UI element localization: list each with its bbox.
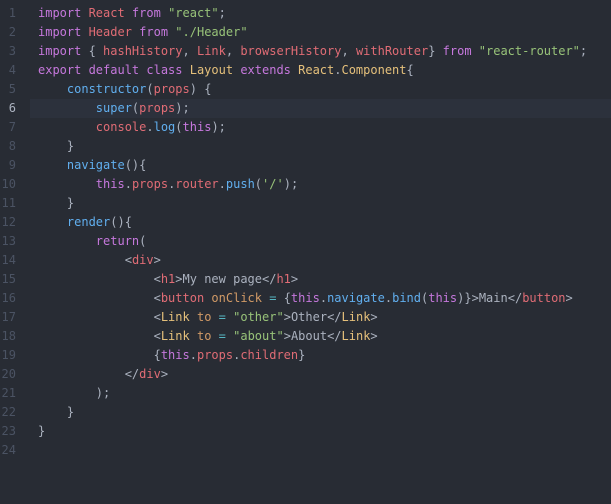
- code-line[interactable]: }: [30, 422, 611, 441]
- code-line[interactable]: }: [30, 194, 611, 213]
- code-line[interactable]: import { hashHistory, Link, browserHisto…: [30, 42, 611, 61]
- code-line[interactable]: }: [30, 403, 611, 422]
- line-number: 6: [0, 99, 22, 118]
- line-number: 8: [0, 137, 22, 156]
- code-line[interactable]: import React from "react";: [30, 4, 611, 23]
- line-number: 5: [0, 80, 22, 99]
- line-number: 9: [0, 156, 22, 175]
- code-line[interactable]: <h1>My new page</h1>: [30, 270, 611, 289]
- code-line[interactable]: return(: [30, 232, 611, 251]
- code-line[interactable]: constructor(props) {: [30, 80, 611, 99]
- code-line[interactable]: [30, 441, 611, 460]
- code-line[interactable]: <Link to = "about">About</Link>: [30, 327, 611, 346]
- code-line[interactable]: console.log(this);: [30, 118, 611, 137]
- code-line[interactable]: export default class Layout extends Reac…: [30, 61, 611, 80]
- code-line[interactable]: import Header from "./Header": [30, 23, 611, 42]
- code-line[interactable]: {this.props.children}: [30, 346, 611, 365]
- line-number: 23: [0, 422, 22, 441]
- line-number: 7: [0, 118, 22, 137]
- line-number: 17: [0, 308, 22, 327]
- line-number: 1: [0, 4, 22, 23]
- code-line[interactable]: render(){: [30, 213, 611, 232]
- line-number: 11: [0, 194, 22, 213]
- line-number: 19: [0, 346, 22, 365]
- code-line[interactable]: </div>: [30, 365, 611, 384]
- code-line[interactable]: <Link to = "other">Other</Link>: [30, 308, 611, 327]
- line-number: 24: [0, 441, 22, 460]
- line-number: 10: [0, 175, 22, 194]
- line-number: 3: [0, 42, 22, 61]
- line-number: 13: [0, 232, 22, 251]
- code-line[interactable]: this.props.router.push('/');: [30, 175, 611, 194]
- line-number: 15: [0, 270, 22, 289]
- code-line[interactable]: navigate(){: [30, 156, 611, 175]
- code-line[interactable]: <div>: [30, 251, 611, 270]
- code-area[interactable]: import React from "react";import Header …: [30, 0, 611, 504]
- line-number: 21: [0, 384, 22, 403]
- code-line[interactable]: }: [30, 137, 611, 156]
- line-number: 2: [0, 23, 22, 42]
- code-line[interactable]: );: [30, 384, 611, 403]
- code-editor[interactable]: 123456789101112131415161718192021222324 …: [0, 0, 611, 504]
- line-number: 18: [0, 327, 22, 346]
- line-number: 22: [0, 403, 22, 422]
- line-number: 16: [0, 289, 22, 308]
- line-number: 14: [0, 251, 22, 270]
- code-line[interactable]: <button onClick = {this.navigate.bind(th…: [30, 289, 611, 308]
- line-number: 4: [0, 61, 22, 80]
- line-number-gutter: 123456789101112131415161718192021222324: [0, 0, 30, 504]
- line-number: 20: [0, 365, 22, 384]
- line-number: 12: [0, 213, 22, 232]
- code-line[interactable]: super(props);: [30, 99, 611, 118]
